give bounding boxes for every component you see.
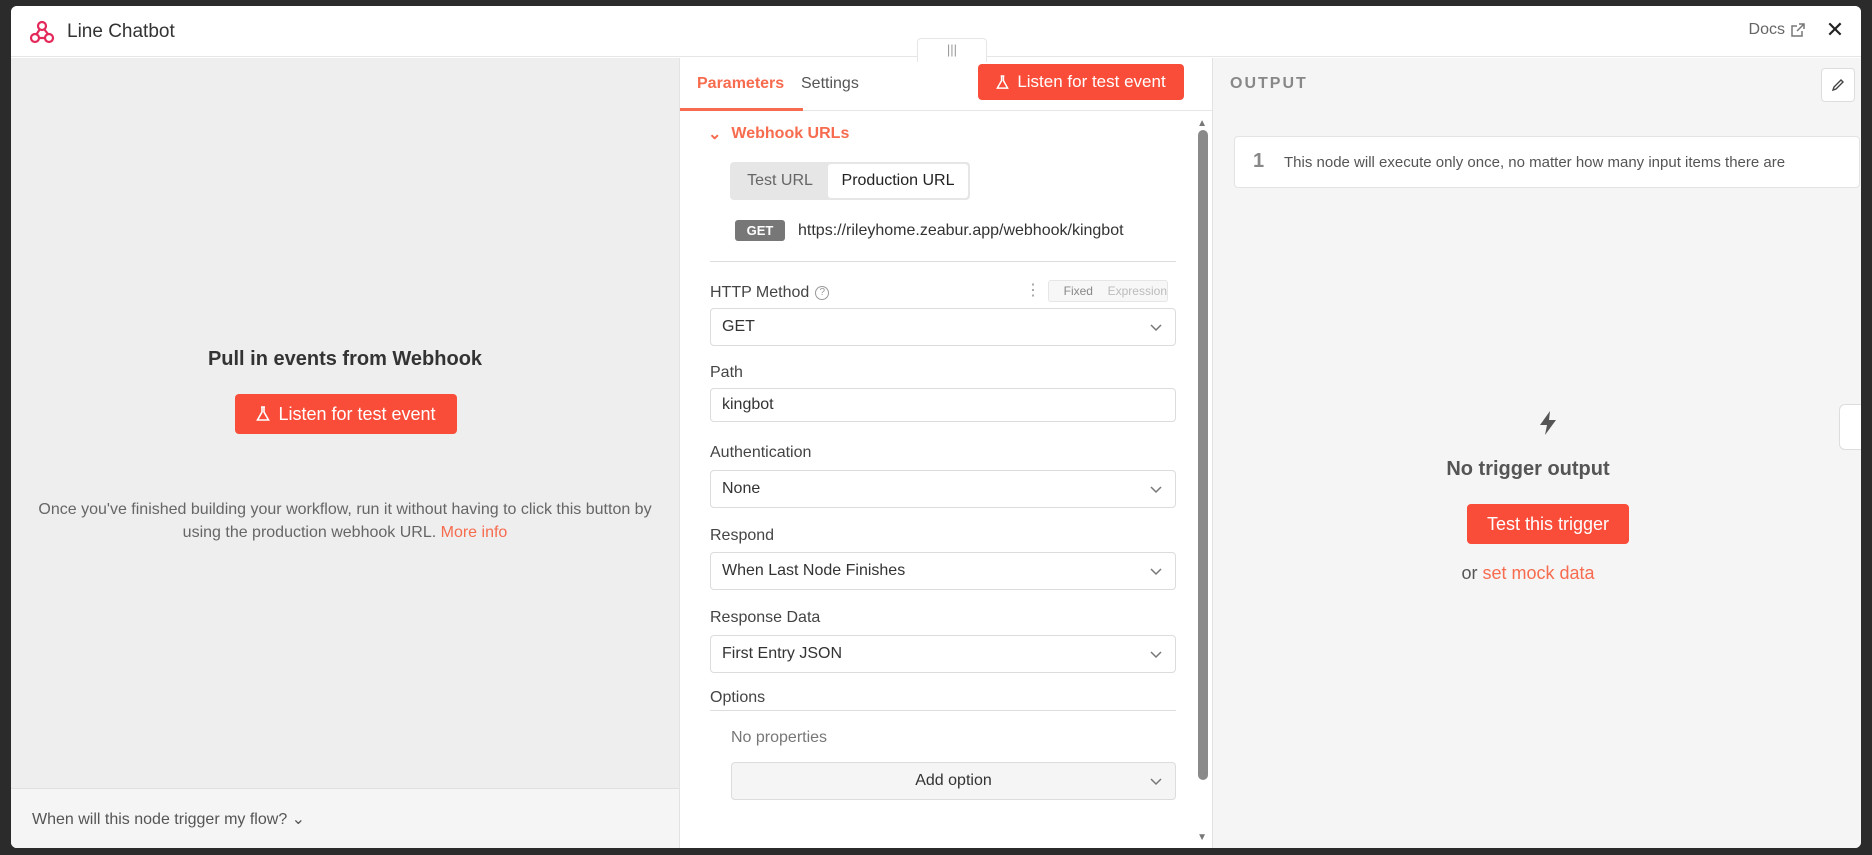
chevron-down-icon: ⌄ [708,126,722,143]
add-option-button[interactable]: Add option [731,762,1176,800]
http-method-value: GET [722,318,755,335]
method-badge: GET [735,220,785,241]
production-url-option[interactable]: Production URL [828,164,968,198]
active-tab-underline [680,108,803,111]
webhook-url[interactable]: https://rileyhome.zeabur.app/webhook/kin… [798,222,1124,240]
or-text: or [1461,563,1478,583]
chevron-down-icon [1150,568,1162,576]
output-panel: OUTPUT 1 This node will execute only onc… [1213,58,1861,848]
edit-pencil-icon[interactable] [1821,68,1855,102]
output-title: OUTPUT [1230,75,1308,92]
more-options-icon[interactable]: ⋮ [1025,280,1041,300]
chevron-down-icon [1150,651,1162,659]
node-modal: Line Chatbot Docs ✕ Pull in events from … [11,6,1861,848]
no-trigger-output-title: No trigger output [1446,458,1610,480]
webhook-logo-icon [29,20,55,44]
trigger-question: When will this node trigger my flow? ⌄ [32,809,305,829]
more-info-link[interactable]: More info [441,524,508,541]
globe-icon[interactable] [1839,404,1861,450]
production-hint: Once you've finished building your workf… [31,498,659,544]
test-trigger-button[interactable]: Test this trigger [1467,504,1629,544]
close-icon[interactable]: ✕ [1823,18,1847,42]
section-title: Webhook URLs [731,125,850,142]
parameters-panel: ||| Parameters Settings Listen for test … [679,38,1213,848]
no-properties-text: No properties [731,729,828,746]
set-mock-data-link[interactable]: set mock data [1482,563,1594,583]
divider [710,710,1176,711]
respond-label: Respond [710,527,775,544]
http-method-label: HTTP Method? [710,284,830,302]
fixed-option[interactable]: Fixed [1049,281,1108,301]
flask-icon [256,406,271,421]
expression-option[interactable]: Expression [1108,281,1167,301]
execute-once-notice: 1 This node will execute only once, no m… [1234,136,1860,188]
authentication-select[interactable]: None [710,470,1176,508]
tab-settings[interactable]: Settings [801,75,859,93]
docs-link[interactable]: Docs [1749,21,1805,39]
help-icon[interactable]: ? [815,285,830,300]
scroll-down-icon[interactable]: ▼ [1197,832,1207,843]
chevron-down-icon [1150,324,1162,332]
mock-data-line: or set mock data [1213,563,1843,584]
chevron-down-icon [1150,486,1162,494]
listen-test-event-button-top[interactable]: Listen for test event [978,64,1184,100]
test-url-option[interactable]: Test URL [732,164,828,198]
path-label: Path [710,364,743,381]
listen-test-event-button[interactable]: Listen for test event [235,394,457,434]
trigger-question-text: When will this node trigger my flow? [32,811,288,828]
path-value: kingbot [722,396,774,413]
bolt-icon [1540,411,1556,435]
notice-text: This node will execute only once, no mat… [1284,154,1786,171]
panel-tabs: Parameters Settings Listen for test even… [680,58,1212,111]
fixed-expression-toggle: Fixed Expression [1048,280,1168,302]
tab-parameters[interactable]: Parameters [697,75,784,93]
authentication-label: Authentication [710,444,812,461]
respond-select[interactable]: When Last Node Finishes [710,552,1176,590]
scroll-up-icon[interactable]: ▲ [1197,118,1207,129]
scrollbar[interactable] [1198,130,1208,780]
response-data-label: Response Data [710,609,821,626]
path-input[interactable]: kingbot [710,388,1176,422]
respond-value: When Last Node Finishes [722,562,906,579]
node-title: Line Chatbot [67,21,175,42]
listen-label: Listen for test event [1017,72,1166,91]
webhook-urls-toggle[interactable]: ⌄ Webhook URLs [708,124,849,144]
flask-icon [996,74,1010,89]
hint-text: Once you've finished building your workf… [38,501,652,541]
response-data-value: First Entry JSON [722,645,843,662]
authentication-value: None [722,480,761,497]
http-method-label-text: HTTP Method [710,284,810,301]
external-link-icon [1791,23,1805,37]
chevron-down-icon [1150,778,1162,786]
url-type-toggle: Test URL Production URL [730,162,970,200]
listen-label: Listen for test event [278,403,436,424]
options-label: Options [710,689,766,706]
input-panel: Pull in events from Webhook Listen for t… [11,58,679,848]
http-method-select[interactable]: GET [710,308,1176,346]
trigger-info-footer[interactable]: When will this node trigger my flow? ⌄ [11,788,679,848]
response-data-select[interactable]: First Entry JSON [710,635,1176,673]
add-option-label: Add option [915,772,992,789]
notice-number: 1 [1253,150,1265,172]
panel-heading: Pull in events from Webhook [207,348,483,370]
chevron-down-icon: ⌄ [291,811,306,828]
docs-label: Docs [1748,21,1785,38]
divider [710,261,1176,262]
